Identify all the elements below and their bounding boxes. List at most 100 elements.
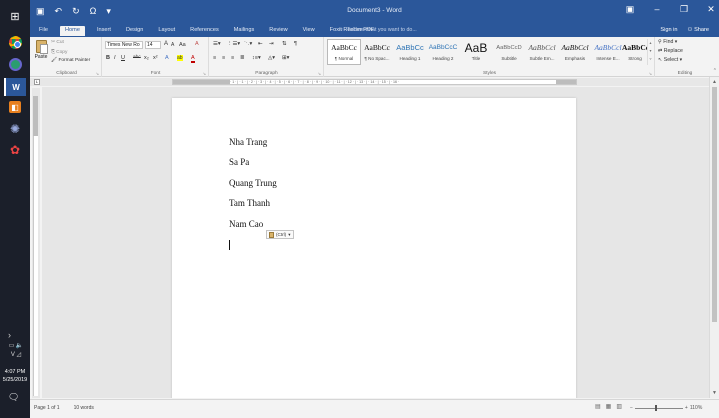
browser-icon[interactable] bbox=[5, 55, 25, 73]
scroll-thumb[interactable] bbox=[712, 87, 717, 322]
line-spacing-icon[interactable]: ↕≡▾ bbox=[252, 55, 261, 61]
tab-home[interactable]: Home bbox=[60, 26, 85, 36]
clipboard-launcher-icon[interactable]: ↘ bbox=[96, 71, 99, 76]
paragraph[interactable]: Quang Trung bbox=[229, 178, 277, 188]
system-tray[interactable]: ▭ 🔈 V ◿ bbox=[3, 342, 29, 360]
superscript-button[interactable]: x² bbox=[153, 55, 158, 61]
paragraph-launcher-icon[interactable]: ↘ bbox=[318, 71, 321, 76]
ribbon-display-options-icon[interactable]: ▣ bbox=[624, 4, 636, 15]
cut-button[interactable]: ✂ Cut bbox=[51, 40, 64, 45]
vertical-scrollbar[interactable]: ▲ ▼ bbox=[709, 77, 719, 398]
zoom-out-icon[interactable]: − bbox=[630, 405, 633, 411]
align-right-icon[interactable]: ≡ bbox=[231, 55, 234, 61]
clear-formatting-button[interactable]: A bbox=[195, 41, 199, 47]
style-intense-emphasis[interactable]: AaBbCcl Intense E... bbox=[591, 39, 625, 65]
style-emphasis[interactable]: AaBbCcl Emphasis bbox=[558, 39, 592, 65]
borders-icon[interactable]: ⊞▾ bbox=[282, 55, 289, 61]
paragraph[interactable]: Tam Thanh bbox=[229, 198, 270, 208]
maximize-icon[interactable]: ❐ bbox=[678, 4, 690, 15]
shading-icon[interactable]: ◬▾ bbox=[268, 55, 275, 61]
tab-selector[interactable]: L bbox=[34, 79, 40, 85]
tab-view[interactable]: View bbox=[300, 26, 318, 36]
numbering-icon[interactable]: ⋮☰▾ bbox=[227, 41, 240, 47]
justify-icon[interactable]: ≣ bbox=[240, 55, 245, 61]
font-launcher-icon[interactable]: ↘ bbox=[203, 71, 206, 76]
clock[interactable]: 4:07 PM 5/25/2019 bbox=[0, 368, 30, 384]
print-layout-icon[interactable]: ▦ bbox=[606, 403, 612, 410]
word-taskbar-icon[interactable]: W bbox=[4, 78, 26, 96]
undo-icon[interactable]: ↶ bbox=[55, 6, 63, 17]
style-heading-2[interactable]: AaBbCcC Heading 2 bbox=[426, 39, 460, 65]
read-mode-icon[interactable]: ▤ bbox=[595, 403, 601, 410]
zoom-slider-knob[interactable] bbox=[654, 404, 657, 411]
decrease-indent-icon[interactable]: ⇤ bbox=[258, 41, 263, 47]
replace-button[interactable]: ⇄ Replace bbox=[658, 48, 683, 54]
tab-insert[interactable]: Insert bbox=[94, 26, 114, 36]
highlight-button[interactable]: ab bbox=[177, 55, 183, 61]
select-button[interactable]: ↖ Select ▾ bbox=[658, 57, 682, 63]
paste-options-button[interactable]: (Ctrl) ▾ bbox=[266, 230, 294, 239]
scroll-down-icon[interactable]: ▼ bbox=[712, 390, 717, 396]
text-effects-button[interactable]: A bbox=[165, 55, 169, 61]
close-icon[interactable]: ✕ bbox=[705, 4, 717, 15]
multilevel-list-icon[interactable]: ⋱▾ bbox=[244, 41, 252, 47]
notification-icon[interactable]: 🗨 bbox=[8, 392, 19, 403]
tab-file[interactable]: File bbox=[36, 26, 51, 36]
symbol-omega-icon[interactable]: Ω bbox=[90, 6, 97, 17]
zoom-in-icon[interactable]: + bbox=[685, 405, 688, 411]
ruler-body[interactable]: · 1 · | · 1 · | · 2 · | · 3 · | · 4 · | … bbox=[172, 79, 577, 85]
document-page[interactable]: Nha Trang Sa Pa Quang Trung Tam Thanh Na… bbox=[172, 98, 576, 398]
zoom-level[interactable]: 110% bbox=[690, 405, 702, 411]
share-button[interactable]: ⚇ Share bbox=[687, 27, 709, 33]
tab-mailings[interactable]: Mailings bbox=[231, 26, 258, 36]
paste-button[interactable]: Paste bbox=[34, 39, 48, 65]
bold-button[interactable]: B bbox=[106, 55, 110, 61]
scroll-up-icon[interactable]: ▲ bbox=[712, 79, 717, 85]
styles-launcher-icon[interactable]: ↘ bbox=[649, 71, 652, 76]
windows-start-icon[interactable]: ⊞ bbox=[5, 7, 25, 25]
bullets-icon[interactable]: ☰▾ bbox=[213, 41, 221, 47]
subscript-button[interactable]: x₂ bbox=[144, 55, 149, 61]
paragraph[interactable]: Nha Trang bbox=[229, 137, 267, 147]
redo-icon[interactable]: ↻ bbox=[72, 6, 80, 17]
customize-qat-icon[interactable]: ▾ bbox=[106, 6, 111, 17]
vruler-body[interactable] bbox=[33, 136, 38, 396]
save-icon[interactable]: ▣ bbox=[36, 6, 45, 17]
grow-font-button[interactable]: A bbox=[164, 41, 168, 47]
tab-references[interactable]: References bbox=[187, 26, 222, 36]
font-name-select[interactable]: Times New Ro bbox=[105, 41, 143, 49]
app-icon-orange[interactable]: ◧ bbox=[5, 98, 25, 116]
align-center-icon[interactable]: ≡ bbox=[222, 55, 225, 61]
find-button[interactable]: ⚲ Find ▾ bbox=[658, 39, 677, 45]
style-subtitle[interactable]: AaBbCcD Subtitle bbox=[492, 39, 526, 65]
tab-review[interactable]: Review bbox=[266, 26, 290, 36]
style-subtle-emphasis[interactable]: AaBbCcl Subtle Em... bbox=[525, 39, 559, 65]
zoom-slider[interactable] bbox=[634, 404, 683, 411]
style-title[interactable]: AaB Title bbox=[459, 39, 493, 65]
app-icon-globe[interactable]: ✺ bbox=[5, 120, 25, 138]
increase-indent-icon[interactable]: ⇥ bbox=[269, 41, 274, 47]
style-heading-1[interactable]: AaBbCc Heading 1 bbox=[393, 39, 427, 65]
web-layout-icon[interactable]: ▥ bbox=[616, 403, 622, 410]
paragraph[interactable]: Sa Pa bbox=[229, 157, 249, 167]
show-marks-icon[interactable]: ¶ bbox=[294, 41, 297, 47]
italic-button[interactable]: I bbox=[114, 55, 116, 61]
underline-button[interactable]: U bbox=[121, 55, 125, 61]
paragraph[interactable]: Nam Cao bbox=[229, 219, 263, 229]
tray-expand-icon[interactable]: › bbox=[8, 330, 11, 340]
styles-gallery-scroll[interactable]: ▴ ▾ ▿ bbox=[647, 39, 653, 65]
strikethrough-button[interactable]: abc bbox=[133, 55, 141, 60]
align-left-icon[interactable]: ≡ bbox=[213, 55, 216, 61]
tab-design[interactable]: Design bbox=[123, 26, 146, 36]
collapse-ribbon-icon[interactable]: ⌃ bbox=[713, 68, 717, 74]
style-strong[interactable]: AaBbCc Strong bbox=[621, 39, 649, 65]
copy-button[interactable]: ⎘ Copy bbox=[51, 49, 67, 55]
sign-in-link[interactable]: Sign in bbox=[660, 27, 677, 33]
sort-icon[interactable]: ⇅ bbox=[282, 41, 287, 47]
minimize-icon[interactable]: – bbox=[651, 4, 663, 15]
app-icon-paint[interactable]: ✿ bbox=[5, 141, 25, 159]
document-area[interactable]: Nha Trang Sa Pa Quang Trung Tam Thanh Na… bbox=[42, 87, 709, 398]
style-no-spacing[interactable]: AaBbCc ¶ No Spac... bbox=[360, 39, 394, 65]
change-case-button[interactable]: Aa bbox=[179, 42, 186, 48]
font-color-button[interactable]: A bbox=[191, 55, 195, 63]
